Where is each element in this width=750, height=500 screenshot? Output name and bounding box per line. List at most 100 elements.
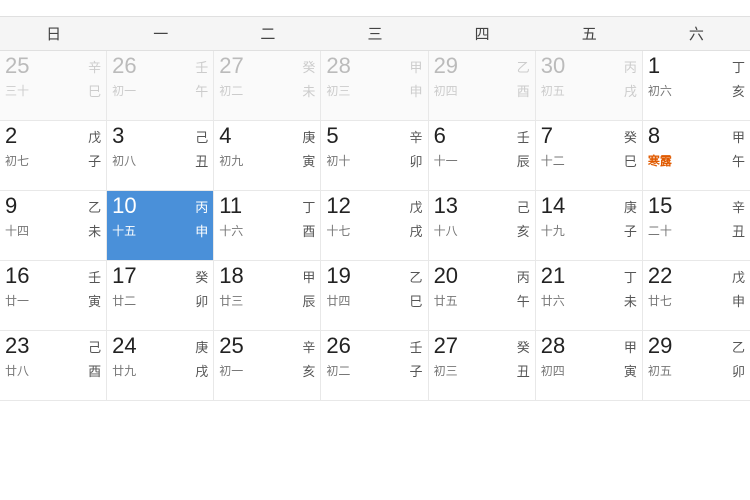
- earthly-branch: 申: [410, 81, 423, 100]
- lunar-date: 廿九: [112, 362, 136, 379]
- calendar-day[interactable]: 16壬廿一寅: [0, 261, 107, 331]
- heavenly-stem: 丁: [624, 267, 637, 286]
- calendar-day[interactable]: 25辛初一亥: [214, 331, 321, 401]
- calendar-day[interactable]: 15辛二十丑: [643, 191, 750, 261]
- weekday-row: 日一二三四五六: [0, 17, 750, 51]
- calendar-day[interactable]: 28甲初三申: [321, 51, 428, 121]
- earthly-branch: 卯: [195, 291, 208, 310]
- earthly-branch: 辰: [302, 291, 315, 310]
- calendar-day[interactable]: 19乙廿四巳: [321, 261, 428, 331]
- calendar-day[interactable]: 22戊廿七申: [643, 261, 750, 331]
- heavenly-stem: 乙: [88, 197, 101, 216]
- calendar-day[interactable]: 12戊十七戌: [321, 191, 428, 261]
- heavenly-stem: 辛: [732, 197, 745, 216]
- calendar-day[interactable]: 28甲初四寅: [536, 331, 643, 401]
- weekday-label: 三: [321, 17, 428, 50]
- heavenly-stem: 丁: [302, 197, 315, 216]
- calendar-day[interactable]: 27癸初三丑: [429, 331, 536, 401]
- earthly-branch: 申: [195, 221, 208, 240]
- calendar-day[interactable]: 2戊初七子: [0, 121, 107, 191]
- heavenly-stem: 丙: [624, 57, 637, 76]
- earthly-branch: 申: [732, 291, 745, 310]
- calendar-day[interactable]: 8甲寒露午: [643, 121, 750, 191]
- solar-date: 26: [326, 335, 350, 357]
- calendar-day[interactable]: 29乙初五卯: [643, 331, 750, 401]
- earthly-branch: 子: [624, 221, 637, 240]
- heavenly-stem: 壬: [410, 337, 423, 356]
- lunar-date: 初三: [326, 82, 350, 99]
- lunar-date: 廿五: [434, 292, 458, 309]
- earthly-branch: 巳: [624, 151, 637, 170]
- solar-date: 19: [326, 265, 350, 287]
- calendar-day[interactable]: 9乙十四未: [0, 191, 107, 261]
- calendar-day[interactable]: 1丁初六亥: [643, 51, 750, 121]
- calendar-day[interactable]: 5辛初十卯: [321, 121, 428, 191]
- heavenly-stem: 甲: [410, 57, 423, 76]
- heavenly-stem: 戊: [88, 127, 101, 146]
- heavenly-stem: 己: [195, 127, 208, 146]
- earthly-branch: 戌: [410, 221, 423, 240]
- calendar-day[interactable]: 17癸廿二卯: [107, 261, 214, 331]
- earthly-branch: 亥: [732, 81, 745, 100]
- solar-date: 15: [648, 195, 672, 217]
- solar-date: 21: [541, 265, 565, 287]
- solar-date: 27: [219, 55, 243, 77]
- calendar-day[interactable]: 10丙十五申: [107, 191, 214, 261]
- lunar-date: 十四: [5, 222, 29, 239]
- calendar-day[interactable]: 11丁十六酉: [214, 191, 321, 261]
- earthly-branch: 午: [732, 151, 745, 170]
- earthly-branch: 未: [302, 81, 315, 100]
- solar-date: 29: [648, 335, 672, 357]
- lunar-date: 初十: [326, 152, 350, 169]
- calendar-day[interactable]: 3己初八丑: [107, 121, 214, 191]
- heavenly-stem: 丁: [732, 57, 745, 76]
- calendar-day[interactable]: 25辛三十巳: [0, 51, 107, 121]
- calendar-day[interactable]: 26壬初二子: [321, 331, 428, 401]
- calendar-day[interactable]: 14庚十九子: [536, 191, 643, 261]
- earthly-branch: 巳: [88, 81, 101, 100]
- weekday-label: 六: [643, 17, 750, 50]
- heavenly-stem: 壬: [88, 267, 101, 286]
- earthly-branch: 未: [88, 221, 101, 240]
- calendar-day[interactable]: 7癸十二巳: [536, 121, 643, 191]
- calendar-day[interactable]: 21丁廿六未: [536, 261, 643, 331]
- earthly-branch: 卯: [410, 151, 423, 170]
- lunar-date: 廿八: [5, 362, 29, 379]
- calendar-day[interactable]: 29乙初四酉: [429, 51, 536, 121]
- lunar-date: 十六: [219, 222, 243, 239]
- lunar-date: 初八: [112, 152, 136, 169]
- lunar-date: 廿三: [219, 292, 243, 309]
- weekday-label: 五: [536, 17, 643, 50]
- heavenly-stem: 甲: [624, 337, 637, 356]
- calendar-day[interactable]: 13己十八亥: [429, 191, 536, 261]
- heavenly-stem: 甲: [732, 127, 745, 146]
- solar-date: 30: [541, 55, 565, 77]
- heavenly-stem: 壬: [517, 127, 530, 146]
- heavenly-stem: 甲: [302, 267, 315, 286]
- heavenly-stem: 乙: [732, 337, 745, 356]
- solar-date: 22: [648, 265, 672, 287]
- solar-date: 23: [5, 335, 29, 357]
- calendar-day[interactable]: 27癸初二未: [214, 51, 321, 121]
- solar-date: 10: [112, 195, 136, 217]
- calendar-day[interactable]: 26壬初一午: [107, 51, 214, 121]
- earthly-branch: 未: [624, 291, 637, 310]
- heavenly-stem: 辛: [88, 57, 101, 76]
- lunar-date: 十一: [434, 152, 458, 169]
- lunar-date: 二十: [648, 222, 672, 239]
- heavenly-stem: 丙: [517, 267, 530, 286]
- calendar-day[interactable]: 24庚廿九戌: [107, 331, 214, 401]
- lunar-date: 初四: [541, 362, 565, 379]
- heavenly-stem: 戊: [410, 197, 423, 216]
- calendar-day[interactable]: 30丙初五戌: [536, 51, 643, 121]
- heavenly-stem: 辛: [302, 337, 315, 356]
- solar-date: 25: [5, 55, 29, 77]
- calendar-day[interactable]: 4庚初九寅: [214, 121, 321, 191]
- calendar-day[interactable]: 18甲廿三辰: [214, 261, 321, 331]
- earthly-branch: 亥: [302, 361, 315, 380]
- calendar-day[interactable]: 6壬十一辰: [429, 121, 536, 191]
- lunar-date: 初六: [648, 82, 672, 99]
- calendar-day[interactable]: 23己廿八酉: [0, 331, 107, 401]
- lunar-date: 初二: [326, 362, 350, 379]
- calendar-day[interactable]: 20丙廿五午: [429, 261, 536, 331]
